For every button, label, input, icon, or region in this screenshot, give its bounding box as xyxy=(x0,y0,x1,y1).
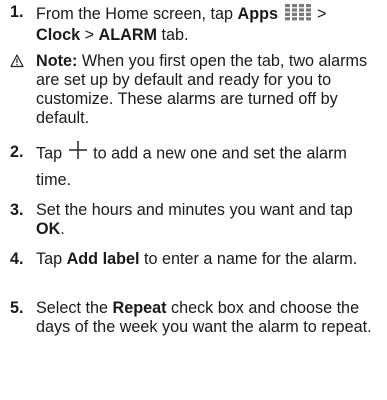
apps-grid-icon xyxy=(283,3,313,26)
note-text: Note: When you first open the tab, two a… xyxy=(36,52,382,128)
step-text-run: Set the hours and minutes you want and t… xyxy=(36,201,353,219)
step-4: 4. Tap Add label to enter a name for the… xyxy=(10,250,382,269)
clock-label: Clock xyxy=(36,26,81,44)
step-text-run: > xyxy=(312,4,327,23)
step-text-run: Select the xyxy=(36,299,113,317)
step-1: 1. From the Home screen, tap Apps > Cloc… xyxy=(10,3,382,45)
plus-icon xyxy=(67,140,89,168)
repeat-label: Repeat xyxy=(112,299,167,317)
step-text-run: From the Home screen, tap xyxy=(36,4,238,23)
step-number: 5. xyxy=(10,299,24,317)
step-text: Tap to add a new one and set the alarm t… xyxy=(36,140,382,193)
step-text-run: to enter a name for the alarm. xyxy=(139,250,358,268)
warning-icon xyxy=(10,54,24,68)
add-label-label: Add label xyxy=(66,250,140,268)
step-text-run: tab. xyxy=(157,26,189,44)
manual-page: { "steps": [ { "number": "1.", "parts": … xyxy=(0,0,387,400)
note: Note: When you first open the tab, two a… xyxy=(10,52,382,128)
step-text: Select the Repeat check box and choose t… xyxy=(36,299,382,337)
step-number: 2. xyxy=(10,143,24,161)
step-text: Tap Add label to enter a name for the al… xyxy=(36,250,382,269)
step-text-run: > xyxy=(80,26,99,44)
step-text-run: Tap xyxy=(36,144,67,163)
step-text-run: . xyxy=(60,220,65,238)
step-text-run: Tap xyxy=(36,250,67,268)
step-3: 3. Set the hours and minutes you want an… xyxy=(10,201,382,239)
step-number: 3. xyxy=(10,201,24,219)
alarm-label: ALARM xyxy=(98,26,157,44)
apps-label: Apps xyxy=(237,4,278,23)
step-text: Set the hours and minutes you want and t… xyxy=(36,201,382,239)
note-body: When you first open the tab, two alarms … xyxy=(36,52,368,127)
step-text: From the Home screen, tap Apps > Clock >… xyxy=(36,3,382,45)
step-number: 1. xyxy=(10,3,24,21)
ok-label: OK xyxy=(36,220,61,238)
step-5: 5. Select the Repeat check box and choos… xyxy=(10,299,382,337)
note-label: Note: xyxy=(36,52,78,70)
step-2: 2. Tap to add a new one and set the alar… xyxy=(10,140,382,193)
step-number: 4. xyxy=(10,250,24,268)
